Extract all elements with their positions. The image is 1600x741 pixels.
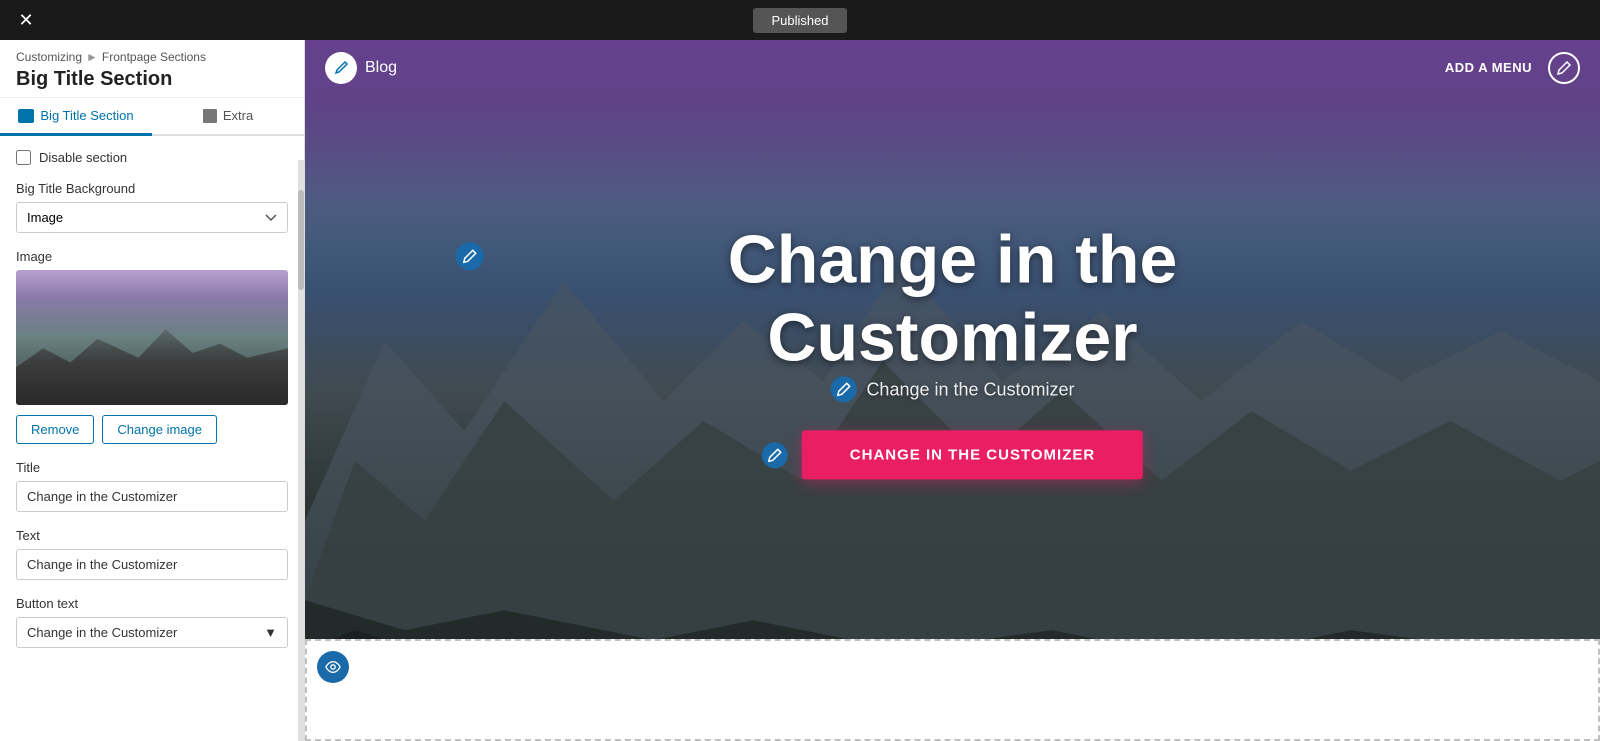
hero-content: Change in theCustomizer Change in the Cu… — [499, 220, 1406, 479]
hero-title: Change in theCustomizer — [728, 220, 1178, 376]
text-group: Text Change in the Customizer — [16, 528, 288, 580]
image-group: Image Remove Change image — [16, 249, 288, 444]
tab-big-title-section[interactable]: Big Title Section — [0, 98, 152, 136]
hero-btn-edit-badge[interactable] — [762, 442, 788, 468]
hero-subtitle-wrapper: Change in the Customizer — [499, 377, 1406, 403]
change-image-button[interactable]: Change image — [102, 415, 217, 444]
hero-navbar: Blog ADD A MENU — [305, 40, 1600, 95]
image-buttons: Remove Change image — [16, 415, 288, 444]
eye-visibility-button[interactable] — [317, 651, 349, 683]
logo-icon — [325, 52, 357, 84]
chevron-down-icon: ▼ — [264, 625, 277, 640]
pencil-icon — [462, 249, 476, 263]
bg-label: Big Title Background — [16, 181, 288, 196]
pencil-btn-icon — [768, 448, 782, 462]
tab-big-title-label: Big Title Section — [40, 108, 133, 123]
sidebar-header: Customizing ► Frontpage Sections Big Tit… — [0, 40, 304, 98]
nav-logo: Blog — [325, 52, 397, 84]
breadcrumb: Customizing ► Frontpage Sections — [16, 50, 288, 64]
close-button[interactable]: ✕ — [12, 6, 40, 34]
remove-image-button[interactable]: Remove — [16, 415, 94, 444]
button-text-select[interactable]: Change in the Customizer ▼ — [16, 617, 288, 648]
breadcrumb-customizing[interactable]: Customizing — [16, 50, 82, 64]
add-menu-button[interactable]: ADD A MENU — [1445, 60, 1532, 75]
tab-extra-label: Extra — [223, 108, 253, 123]
bg-group: Big Title Background Image Color Video — [16, 181, 288, 233]
title-group: Title Change in the Customizer — [16, 460, 288, 512]
title-label: Title — [16, 460, 288, 475]
nav-edit-button[interactable] — [1548, 52, 1580, 84]
hero-section: Blog ADD A MENU — [305, 40, 1600, 680]
hero-title-wrapper: Change in theCustomizer — [499, 220, 1406, 376]
sidebar-tabs: Big Title Section Extra — [0, 98, 304, 136]
preview-area: Blog ADD A MENU — [305, 40, 1600, 741]
hero-subtitle-edit-badge[interactable] — [830, 377, 856, 403]
button-text-label: Button text — [16, 596, 288, 611]
disable-section-checkbox[interactable] — [16, 150, 31, 165]
sidebar: Customizing ► Frontpage Sections Big Tit… — [0, 40, 305, 741]
nav-logo-text: Blog — [365, 59, 397, 77]
sidebar-section-title: Big Title Section — [16, 68, 288, 91]
hero-subtitle: Change in the Customizer — [866, 379, 1074, 400]
scroll-thumb — [298, 190, 304, 290]
image-label: Image — [16, 249, 288, 264]
pencil-logo-icon — [333, 60, 349, 76]
button-text-group: Button text Change in the Customizer ▼ — [16, 596, 288, 648]
breadcrumb-separator: ► — [86, 50, 98, 64]
tab-icon-extra — [203, 109, 217, 123]
hero-btn-wrapper: CHANGE IN THE CUSTOMIZER — [499, 431, 1406, 480]
scroll-track — [298, 160, 304, 741]
sidebar-content: Disable section Big Title Background Ima… — [0, 136, 304, 741]
main-layout: Customizing ► Frontpage Sections Big Tit… — [0, 40, 1600, 741]
breadcrumb-section[interactable]: Frontpage Sections — [102, 50, 206, 64]
hero-bottom-section — [305, 639, 1600, 741]
top-bar: ✕ Published — [0, 0, 1600, 40]
hero-title-edit-badge[interactable] — [455, 242, 483, 270]
pencil-subtitle-icon — [836, 383, 850, 397]
button-text-value: Change in the Customizer — [27, 625, 177, 640]
edit-nav-icon — [1557, 61, 1571, 75]
disable-section-label: Disable section — [39, 150, 127, 165]
image-preview — [16, 270, 288, 405]
hero-cta-button[interactable]: CHANGE IN THE CUSTOMIZER — [802, 431, 1143, 480]
eye-icon — [325, 659, 341, 675]
bg-select[interactable]: Image Color Video — [16, 202, 288, 233]
tab-icon-big-title — [18, 109, 34, 123]
disable-section-row: Disable section — [16, 150, 288, 165]
tab-extra[interactable]: Extra — [152, 98, 304, 136]
published-badge: Published — [753, 8, 846, 33]
text-label: Text — [16, 528, 288, 543]
title-input[interactable]: Change in the Customizer — [16, 481, 288, 512]
text-input[interactable]: Change in the Customizer — [16, 549, 288, 580]
